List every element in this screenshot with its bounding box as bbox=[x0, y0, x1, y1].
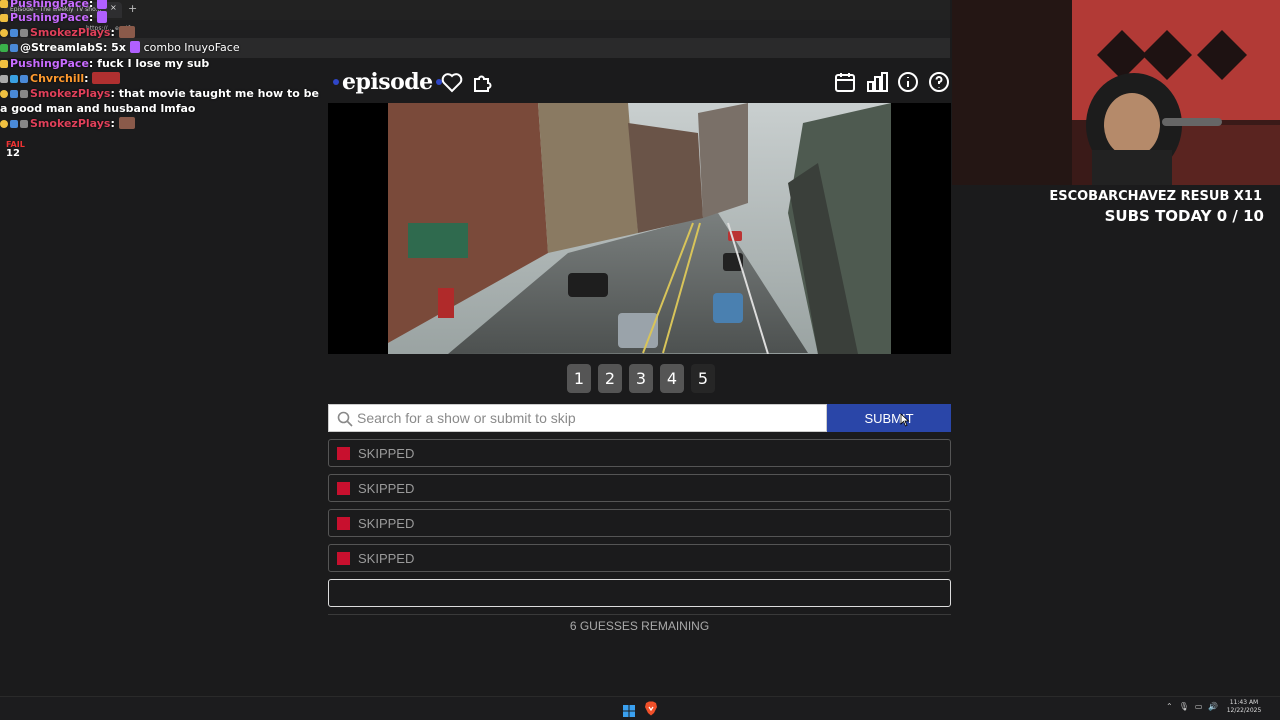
divider bbox=[328, 614, 951, 615]
chat-text: fuck I lose my sub bbox=[97, 57, 210, 70]
chat-message: SmokezPlays: bbox=[0, 25, 330, 40]
guess-row: SKIPPED bbox=[328, 439, 951, 467]
check-icon bbox=[0, 44, 8, 52]
emote-icon bbox=[129, 41, 140, 53]
guesses-remaining: 6 GUESSES REMAINING bbox=[569, 619, 710, 633]
chat-text: combo InuyoFace bbox=[143, 41, 240, 54]
guess-row: SKIPPED bbox=[328, 544, 951, 572]
submit-button[interactable]: SUBMIT bbox=[827, 404, 951, 432]
sword-icon bbox=[10, 120, 18, 128]
street-scene-image bbox=[388, 103, 891, 354]
skipped-marker-icon bbox=[337, 481, 350, 495]
clue-button-3[interactable]: 3 bbox=[629, 364, 653, 393]
clue-video bbox=[328, 103, 951, 354]
chat-username: SmokezPlays bbox=[30, 117, 111, 130]
chat-username: PushingPace bbox=[10, 11, 89, 24]
volume-icon[interactable]: 🔊 bbox=[1208, 702, 1218, 711]
chat-message: PushingPace: fuck I lose my sub bbox=[0, 56, 330, 71]
fail-counter: FAIL 12 bbox=[6, 140, 25, 159]
chat-username: @StreamlabS: 5x bbox=[20, 41, 126, 54]
chat-username: PushingPace bbox=[10, 0, 89, 10]
clue-button-4[interactable]: 4 bbox=[660, 364, 684, 393]
puzzle-icon[interactable] bbox=[471, 70, 495, 94]
sword-icon bbox=[10, 90, 18, 98]
crown-icon bbox=[0, 14, 8, 22]
guess-text: SKIPPED bbox=[358, 550, 415, 566]
chat-message: SmokezPlays: that movie taught me how to… bbox=[0, 87, 319, 115]
screen: Episode - The weekly TV sho... × + https… bbox=[0, 0, 1280, 720]
logo-dot-left bbox=[333, 79, 339, 85]
emote-icon bbox=[92, 72, 121, 84]
clock-date: 12/22/2025 bbox=[1226, 707, 1262, 714]
calendar-icon[interactable] bbox=[833, 70, 857, 94]
crown-icon bbox=[0, 0, 8, 8]
badge-icon bbox=[0, 29, 8, 37]
microphone-icon[interactable]: 🎙 bbox=[1179, 702, 1189, 711]
emote-icon bbox=[97, 0, 108, 9]
chat-message: Chvrchill: bbox=[0, 71, 330, 86]
display-icon[interactable]: ▭ bbox=[1195, 702, 1203, 711]
help-icon[interactable] bbox=[927, 70, 951, 94]
badge-icon bbox=[20, 90, 28, 98]
emote-icon bbox=[118, 117, 135, 129]
windows-taskbar: ⌃ 🎙 ▭ 🔊 11:43 AM 12/22/2025 bbox=[0, 696, 1280, 720]
guess-text: SKIPPED bbox=[358, 480, 415, 496]
badge-icon bbox=[20, 120, 28, 128]
chat-message: PushingPace: bbox=[0, 10, 330, 25]
sword-icon bbox=[10, 44, 18, 52]
badge-icon bbox=[20, 29, 28, 37]
logo-text: episode bbox=[342, 69, 433, 95]
info-icon[interactable] bbox=[896, 70, 920, 94]
skipped-marker-icon bbox=[337, 446, 350, 460]
heart-icon[interactable] bbox=[440, 70, 464, 94]
badge-icon bbox=[0, 90, 8, 98]
crown-icon bbox=[0, 60, 8, 68]
fail-count: 12 bbox=[6, 148, 20, 159]
windows-start-icon[interactable] bbox=[623, 702, 635, 717]
chevron-up-icon[interactable]: ⌃ bbox=[1166, 702, 1173, 711]
chat-message: @StreamlabS: 5x combo InuyoFace bbox=[0, 40, 330, 55]
clue-button-1[interactable]: 1 bbox=[567, 364, 591, 393]
clue-button-5[interactable]: 5 bbox=[691, 364, 715, 393]
guess-row: SKIPPED bbox=[328, 474, 951, 502]
episode-logo[interactable]: episode bbox=[330, 66, 445, 98]
gem-icon bbox=[10, 75, 18, 83]
sword-icon bbox=[20, 75, 28, 83]
search-input[interactable] bbox=[357, 405, 817, 431]
search-box[interactable] bbox=[328, 404, 827, 432]
mouse-cursor-icon bbox=[900, 412, 910, 427]
sword-icon bbox=[10, 29, 18, 37]
system-clock[interactable]: 11:43 AM 12/22/2025 bbox=[1226, 699, 1262, 715]
guess-text: SKIPPED bbox=[358, 445, 415, 461]
clue-button-2[interactable]: 2 bbox=[598, 364, 622, 393]
webcam-feed bbox=[952, 0, 1280, 185]
emote-icon bbox=[118, 26, 135, 38]
hand-icon bbox=[0, 75, 8, 83]
chat-message: SmokezPlays: bbox=[0, 116, 330, 131]
clue-selector: 1 2 3 4 5 bbox=[567, 364, 715, 393]
subs-today-counter: SUBS TODAY 0 / 10 bbox=[1104, 207, 1264, 225]
resub-alert: ESCOBARCHAVEZ RESUB X11 bbox=[1049, 189, 1262, 204]
search-icon bbox=[337, 411, 353, 427]
skipped-marker-icon bbox=[337, 516, 350, 530]
stats-icon[interactable] bbox=[865, 70, 889, 94]
current-guess-row bbox=[328, 579, 951, 607]
chat-username: PushingPace bbox=[10, 57, 89, 70]
clock-time: 11:43 AM bbox=[1229, 699, 1259, 706]
skipped-marker-icon bbox=[337, 551, 350, 565]
guess-text: SKIPPED bbox=[358, 515, 415, 531]
system-tray: ⌃ 🎙 ▭ 🔊 bbox=[1166, 702, 1218, 711]
guess-row: SKIPPED bbox=[328, 509, 951, 537]
emote-icon bbox=[97, 11, 108, 23]
brave-browser-icon[interactable] bbox=[644, 701, 658, 716]
badge-icon bbox=[0, 120, 8, 128]
chat-overlay: PushingPace: PushingPace: SmokezPlays: @… bbox=[0, 0, 330, 170]
chat-username: SmokezPlays bbox=[30, 87, 111, 100]
chat-username: SmokezPlays bbox=[30, 26, 111, 39]
chat-username: Chvrchill bbox=[30, 72, 85, 85]
